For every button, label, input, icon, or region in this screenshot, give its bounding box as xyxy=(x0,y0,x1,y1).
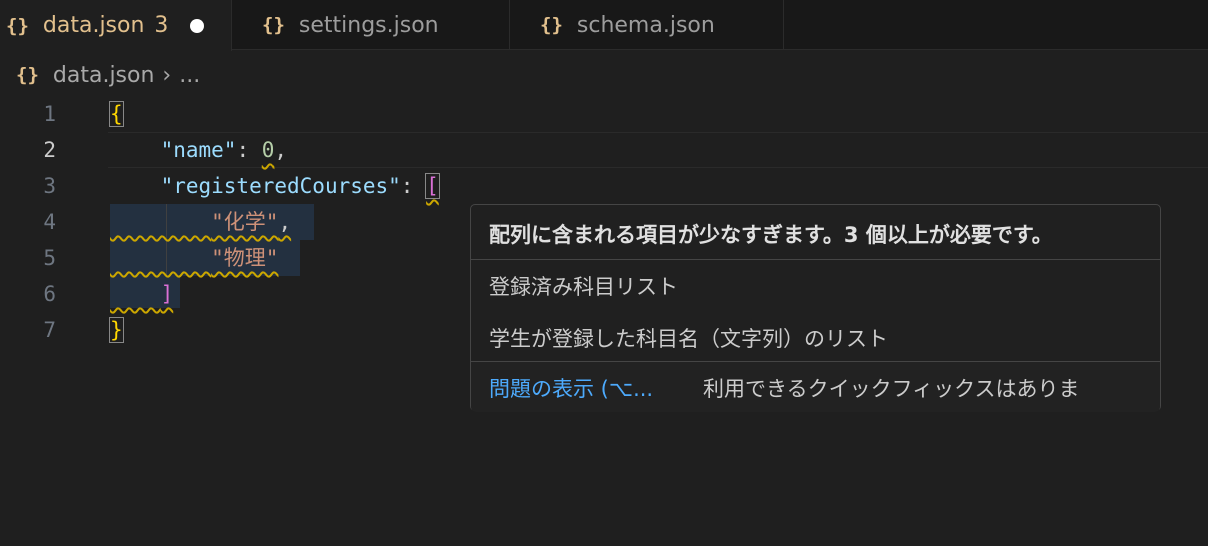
colon: : xyxy=(400,174,414,198)
code-text: "name": 0, xyxy=(110,132,287,168)
code-text: ] xyxy=(110,276,174,312)
code-line-current[interactable]: 2 "name": 0, xyxy=(0,132,1208,168)
code-line[interactable]: 1 { xyxy=(0,96,1208,132)
close-bracket: ] xyxy=(160,282,174,306)
json-file-icon: {} xyxy=(262,14,285,36)
comma: , xyxy=(278,210,292,234)
line-number: 7 xyxy=(43,318,56,342)
code-line[interactable]: 3 "registeredCourses": [ xyxy=(0,168,1208,204)
schema-description: 学生が登録した科目名（文字列）のリスト xyxy=(489,327,888,351)
unsaved-dot-icon[interactable] xyxy=(190,18,205,33)
json-string-value: "物理" xyxy=(211,246,279,270)
breadcrumb-file[interactable]: data.json xyxy=(53,63,155,88)
json-key: "registeredCourses" xyxy=(160,174,401,198)
schema-title: 登録済み科目リスト xyxy=(489,275,678,299)
line-number: 1 xyxy=(43,102,56,126)
code-text: { xyxy=(109,96,124,132)
json-key: "name" xyxy=(160,138,237,162)
tab-schema-json[interactable]: {} schema.json xyxy=(510,0,784,50)
json-file-icon: {} xyxy=(540,14,563,36)
line-number: 4 xyxy=(43,210,56,234)
hover-status-bar: 問題の表示 (⌥... 利用できるクイックフィックスはありま xyxy=(471,361,1160,412)
tab-data-json[interactable]: {} data.json 3 xyxy=(0,0,232,51)
colon: : xyxy=(236,138,250,162)
json-file-icon: {} xyxy=(16,64,39,86)
code-text: } xyxy=(109,312,124,348)
breadcrumb: {} data.json › ... xyxy=(16,60,200,90)
tab-label: data.json xyxy=(42,13,145,38)
divider xyxy=(471,259,1160,260)
line-number: 6 xyxy=(43,282,56,306)
code-text: "物理" xyxy=(110,240,278,276)
json-string-value: "化学" xyxy=(211,210,279,234)
problem-count-badge: 3 xyxy=(154,13,169,38)
code-text: "registeredCourses": [ xyxy=(110,168,440,204)
line-number: 3 xyxy=(43,174,56,198)
json-number-value: 0 xyxy=(261,138,275,162)
code-text: "化学", xyxy=(110,204,291,240)
comma: , xyxy=(274,138,288,162)
close-brace: } xyxy=(109,317,124,343)
line-number: 2 xyxy=(43,138,56,162)
tab-label: schema.json xyxy=(576,12,715,38)
breadcrumb-more[interactable]: ... xyxy=(179,63,200,88)
chevron-right-icon: › xyxy=(162,62,172,88)
view-problem-link[interactable]: 問題の表示 (⌥... xyxy=(489,373,653,403)
hover-tooltip: 配列に含まれる項目が少なすぎます。3 個以上が必要です。 登録済み科目リスト 学… xyxy=(470,204,1161,412)
json-file-icon: {} xyxy=(6,14,29,37)
tab-settings-json[interactable]: {} settings.json xyxy=(232,0,510,50)
open-brace: { xyxy=(109,101,124,127)
problem-message: 配列に含まれる項目が少なすぎます。3 個以上が必要です。 xyxy=(489,223,1053,247)
tab-label: settings.json xyxy=(298,12,439,38)
open-bracket: [ xyxy=(425,173,440,199)
tab-bar: {} data.json 3 {} settings.json {} schem… xyxy=(0,0,1208,51)
no-quick-fix-text: 利用できるクイックフィックスはありま xyxy=(703,377,1080,401)
line-number: 5 xyxy=(43,246,56,270)
